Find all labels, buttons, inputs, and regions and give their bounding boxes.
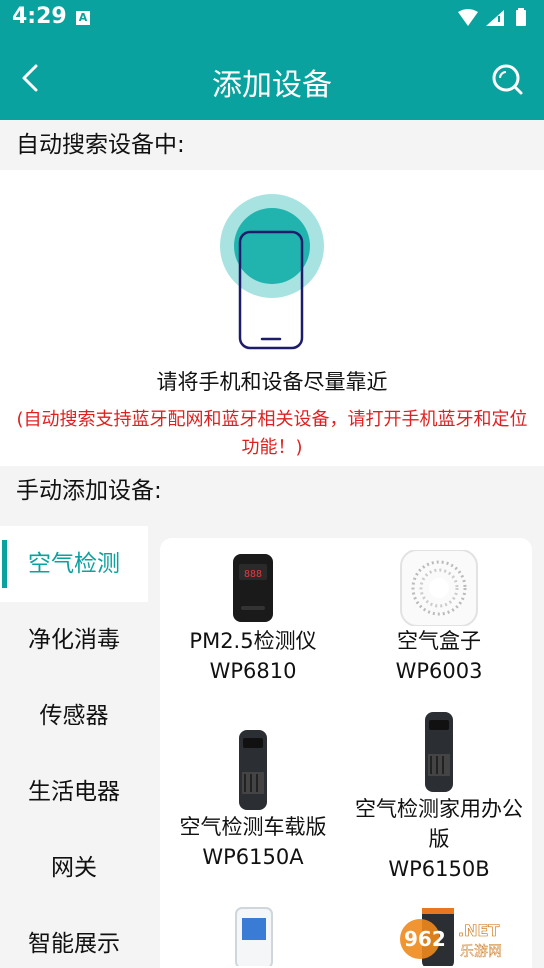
category-purify-disinfect[interactable]: 净化消毒 <box>0 602 148 678</box>
category-gateway[interactable]: 网关 <box>0 830 148 906</box>
phone-searching-icon <box>220 194 324 350</box>
device-name: PM2.5检测仪 <box>189 629 317 653</box>
device-card[interactable]: 888 PM2.5检测仪 WP6810 <box>160 550 346 686</box>
device-name: 空气检测家用办公版 <box>355 797 523 851</box>
status-time: 4:29 <box>12 4 67 29</box>
category-air-detection[interactable]: 空气检测 <box>0 526 148 602</box>
device-model: WP6150A <box>202 845 304 869</box>
system-status-icons <box>458 8 526 26</box>
svg-text:962: 962 <box>404 927 446 951</box>
home-air-detector-image <box>425 712 453 792</box>
auto-search-heading: 自动搜索设备中: <box>0 120 544 170</box>
pm25-meter-image: 888 <box>233 554 273 622</box>
device-card[interactable]: 空气检测家用办公版 WP6150B <box>346 710 532 884</box>
device-model: WP6150B <box>388 857 490 881</box>
device-name: 空气检测车载版 <box>179 815 327 839</box>
category-sensor[interactable]: 传感器 <box>0 678 148 754</box>
site-watermark-logo: 962 .NET 乐游网 <box>400 919 502 960</box>
category-appliances[interactable]: 生活电器 <box>0 754 148 830</box>
device-model: WP6003 <box>395 659 483 683</box>
device-card[interactable]: 空气盒子 WP6003 <box>346 550 532 686</box>
device-card[interactable]: 空气检测车载版 WP6150A <box>160 728 346 872</box>
page-title: 添加设备 <box>212 68 332 103</box>
auto-search-panel: 请将手机和设备尽量靠近 (自动搜索支持蓝牙配网和蓝牙相关设备，请打开手机蓝牙和定… <box>0 170 544 466</box>
device-model: WP6810 <box>209 659 297 683</box>
status-bar: 4:29 A <box>0 0 544 36</box>
device-image-partial <box>235 907 273 966</box>
category-smart-display[interactable]: 智能展示 <box>0 906 148 968</box>
car-air-detector-image <box>239 730 267 810</box>
bluetooth-warning: (自动搜索支持蓝牙配网和蓝牙相关设备，请打开手机蓝牙和定位功能！) <box>16 409 528 458</box>
svg-text:乐游网: 乐游网 <box>460 944 502 960</box>
svg-text:888: 888 <box>244 569 262 580</box>
category-sidebar: 空气检测 净化消毒 传感器 生活电器 网关 智能展示 <box>0 526 148 968</box>
manual-add-heading: 手动添加设备: <box>0 466 544 526</box>
notification-icon: A <box>76 11 90 25</box>
proximity-hint: 请将手机和设备尽量靠近 <box>156 370 388 394</box>
search-icon[interactable] <box>490 62 524 96</box>
device-grid: 888 PM2.5检测仪 WP6810 空气盒子 WP6003 空气检测车载版 … <box>160 538 532 968</box>
device-name: 空气盒子 <box>397 629 481 653</box>
manual-add-panel: 空气检测 净化消毒 传感器 生活电器 网关 智能展示 888 PM2.5检测仪 … <box>0 526 544 968</box>
air-box-image <box>400 550 478 626</box>
svg-text:.NET: .NET <box>458 921 499 940</box>
app-bar: 添加设备 <box>0 36 544 120</box>
